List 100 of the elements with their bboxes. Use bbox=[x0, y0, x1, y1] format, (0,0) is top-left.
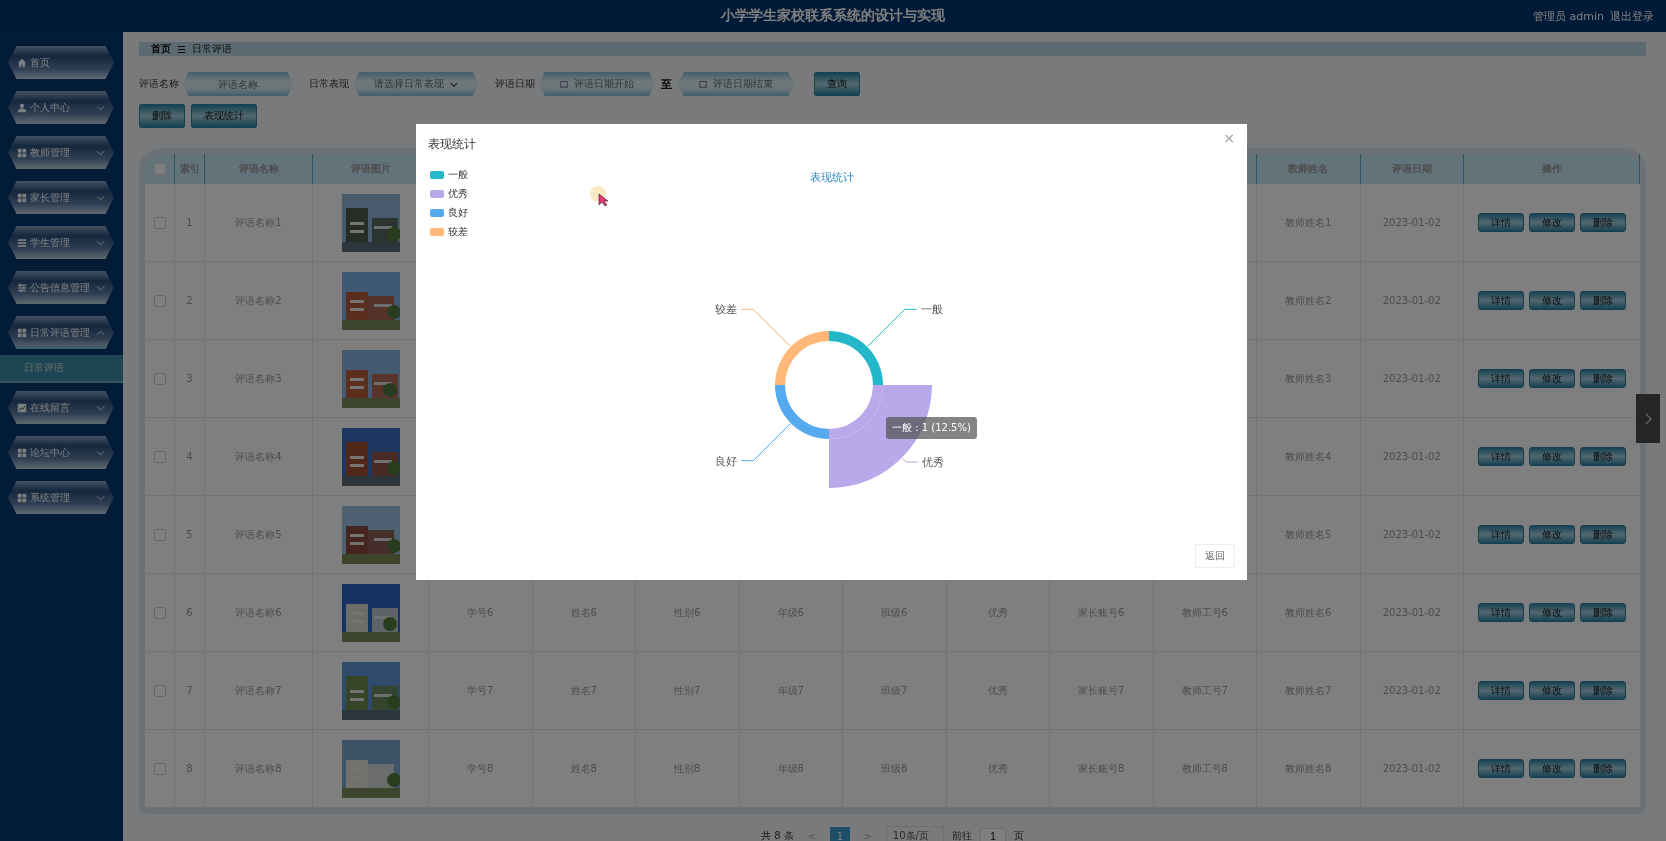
grid-icon bbox=[17, 192, 27, 203]
leader-line bbox=[740, 308, 791, 347]
checkbox[interactable] bbox=[153, 372, 166, 385]
chevron-icon bbox=[1644, 412, 1652, 425]
chart-tooltip: 一般 : 1 (12.5%) bbox=[886, 417, 977, 439]
return-button[interactable]: 返回 bbox=[1195, 544, 1235, 568]
list-icon bbox=[17, 237, 27, 248]
action-button[interactable]: 表现统计 bbox=[191, 104, 257, 128]
legend-label[interactable]: 较差 bbox=[448, 225, 468, 239]
field-label: 评语名称 bbox=[139, 77, 179, 91]
row-action-button[interactable]: 详情 bbox=[1478, 447, 1524, 466]
sliders-icon bbox=[17, 282, 27, 293]
menu-item[interactable]: 公告信息管理 bbox=[8, 271, 114, 304]
row-action-button[interactable]: 删除 bbox=[1580, 213, 1626, 232]
search-field[interactable]: 评语名称 bbox=[183, 72, 293, 96]
page-button[interactable]: 1 bbox=[829, 827, 850, 841]
checkbox[interactable] bbox=[153, 684, 166, 697]
leader-line bbox=[740, 423, 791, 462]
legend-swatch[interactable] bbox=[430, 228, 444, 236]
row-action-button[interactable]: 修改 bbox=[1529, 759, 1575, 778]
legend-swatch[interactable] bbox=[430, 209, 444, 217]
breadcrumb-separator: ☰ bbox=[177, 43, 186, 55]
legend-swatch[interactable] bbox=[430, 190, 444, 198]
checkbox[interactable] bbox=[153, 528, 166, 541]
menu-item[interactable]: 日常评语管理 bbox=[8, 316, 114, 349]
caret-icon bbox=[96, 104, 105, 111]
breadcrumb-current: 日常评语 bbox=[191, 42, 232, 56]
action-button[interactable]: 删除 bbox=[139, 104, 185, 128]
checkbox[interactable] bbox=[153, 450, 166, 463]
row-action-button[interactable]: 详情 bbox=[1478, 681, 1524, 700]
legend-label[interactable]: 优秀 bbox=[448, 187, 468, 201]
row-action-button[interactable]: 修改 bbox=[1529, 525, 1575, 544]
menu-item[interactable]: 系统管理 bbox=[8, 481, 114, 514]
field-label: 评语日期 bbox=[495, 77, 535, 91]
logout-link[interactable]: 退出登录 bbox=[1610, 8, 1654, 24]
row-action-button[interactable]: 删除 bbox=[1580, 291, 1626, 310]
caret-icon bbox=[96, 404, 105, 411]
menu-item[interactable]: 学生管理 bbox=[8, 226, 114, 259]
breadcrumb-link[interactable]: 首页 bbox=[151, 42, 171, 56]
page-size-select[interactable]: 10条/页 bbox=[885, 826, 944, 841]
caret-icon bbox=[96, 494, 105, 501]
chart-title: 表现统计 bbox=[808, 170, 855, 185]
row-action-button[interactable]: 删除 bbox=[1580, 603, 1626, 622]
chart-icon bbox=[17, 402, 27, 413]
row-action-button[interactable]: 详情 bbox=[1478, 603, 1524, 622]
side-toggle-button[interactable] bbox=[1636, 394, 1660, 443]
row-action-button[interactable]: 删除 bbox=[1580, 681, 1626, 700]
menu-item[interactable]: 个人中心 bbox=[8, 91, 114, 124]
page-input[interactable]: 1 bbox=[979, 828, 1006, 841]
row-action-button[interactable]: 详情 bbox=[1478, 291, 1524, 310]
menu-item[interactable]: 在线留言 bbox=[8, 391, 114, 424]
donut-slice[interactable] bbox=[829, 331, 883, 385]
legend-label[interactable]: 一般 bbox=[448, 168, 468, 182]
leader-line bbox=[902, 458, 919, 463]
row-action-button[interactable]: 修改 bbox=[1529, 447, 1575, 466]
checkbox[interactable] bbox=[153, 762, 166, 775]
row-action-button[interactable]: 详情 bbox=[1478, 525, 1524, 544]
row-action-button[interactable]: 修改 bbox=[1529, 369, 1575, 388]
checkbox[interactable] bbox=[153, 163, 166, 175]
calendar-icon bbox=[699, 80, 707, 88]
row-action-button[interactable]: 删除 bbox=[1580, 525, 1626, 544]
row-action-button[interactable]: 详情 bbox=[1478, 369, 1524, 388]
grid-icon bbox=[17, 147, 27, 158]
checkbox[interactable] bbox=[153, 216, 166, 229]
slice-label: 较差 bbox=[715, 303, 738, 317]
row-action-button[interactable]: 删除 bbox=[1580, 447, 1626, 466]
donut-slice[interactable] bbox=[829, 385, 883, 439]
menu-item[interactable]: 家长管理 bbox=[8, 181, 114, 214]
slice-label: 优秀 bbox=[922, 456, 945, 470]
row-action-button[interactable]: 修改 bbox=[1529, 681, 1575, 700]
legend-swatch[interactable] bbox=[430, 171, 444, 179]
close-button[interactable]: × bbox=[1221, 130, 1237, 146]
user-icon bbox=[17, 102, 27, 113]
caret-icon bbox=[96, 239, 105, 246]
row-action-button[interactable]: 详情 bbox=[1478, 759, 1524, 778]
dialog-title: 表现统计 bbox=[428, 136, 476, 153]
donut-slice[interactable] bbox=[775, 331, 829, 385]
caret-icon bbox=[96, 194, 105, 201]
checkbox[interactable] bbox=[153, 294, 166, 307]
menu-item[interactable]: 论坛中心 bbox=[8, 436, 114, 469]
row-action-button[interactable]: 详情 bbox=[1478, 213, 1524, 232]
menu-item[interactable]: 首页 bbox=[8, 46, 114, 79]
legend-label[interactable]: 良好 bbox=[448, 206, 468, 220]
range-separator: 至 bbox=[661, 76, 672, 92]
row-action-button[interactable]: 删除 bbox=[1580, 369, 1626, 388]
home-icon bbox=[17, 57, 27, 68]
caret-icon bbox=[96, 284, 105, 291]
goto-label: 前往 bbox=[951, 829, 972, 841]
row-action-button[interactable]: 修改 bbox=[1529, 603, 1575, 622]
menu-item[interactable]: 教师管理 bbox=[8, 136, 114, 169]
checkbox[interactable] bbox=[153, 606, 166, 619]
query-button[interactable]: 查询 bbox=[814, 72, 860, 96]
caret-icon bbox=[96, 149, 105, 156]
caret-icon bbox=[450, 81, 458, 87]
caret-icon bbox=[96, 449, 105, 456]
row-action-button[interactable]: 删除 bbox=[1580, 759, 1626, 778]
site-title: 小学学生家校联系系统的设计与实现 bbox=[721, 7, 945, 25]
row-action-button[interactable]: 修改 bbox=[1529, 213, 1575, 232]
donut-slice[interactable] bbox=[775, 385, 829, 439]
row-action-button[interactable]: 修改 bbox=[1529, 291, 1575, 310]
